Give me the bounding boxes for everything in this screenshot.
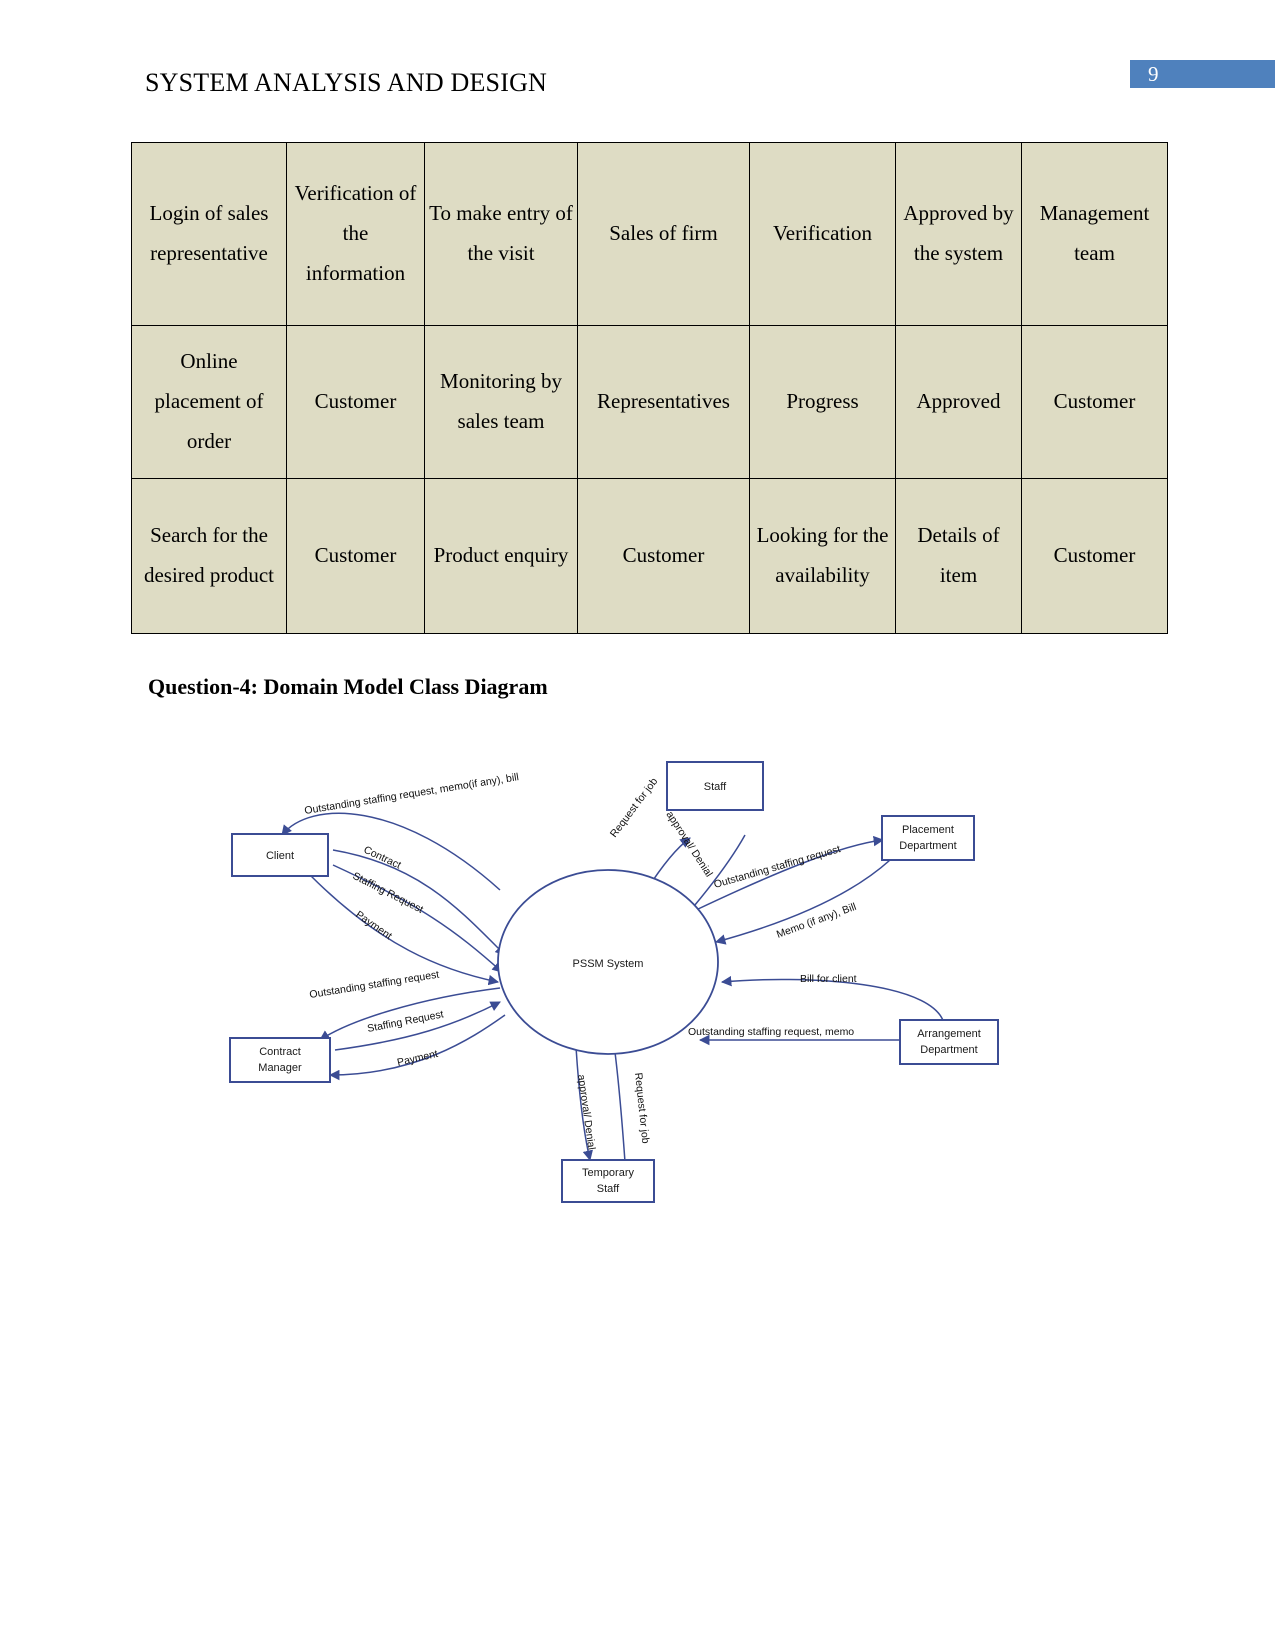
process-table: Login of sales representative Verificati… <box>131 142 1168 634</box>
table-body: Login of sales representative Verificati… <box>131 142 1168 634</box>
flow-label-placement-outstanding: Outstanding staffing request <box>713 843 842 891</box>
flow-label-contract-manager-staffing-request: Staffing Request <box>366 1008 444 1035</box>
flow-line-placement-outstanding <box>695 835 885 911</box>
node-arrangement-department <box>899 1019 999 1065</box>
domain-model-class-diagram: PSSM System Staff Client Contract Manage… <box>200 730 1040 1220</box>
flow-label-arrangement-outstanding: Outstanding staffing request, memo <box>688 1026 854 1038</box>
node-label-arrangement-department-line1: Arrangement <box>917 1028 981 1040</box>
flow-label-temp-staff-approval-denial: approval/ Denial <box>575 1074 597 1151</box>
flow-label-temp-staff-request-for-job: Request for job <box>632 1072 651 1144</box>
table-cell: Online placement of order <box>131 325 287 479</box>
node-label-client: Client <box>266 850 294 862</box>
table-cell: Search for the desired product <box>131 478 287 634</box>
flow-label-arrangement-bill-for-client: Bill for client <box>800 973 857 985</box>
table-cell: Details of item <box>895 478 1022 634</box>
flow-line-client-payment <box>309 874 500 986</box>
node-label-pssm-system: PSSM System <box>573 958 644 970</box>
table-row: Search for the desired product Customer … <box>131 478 1168 634</box>
document-title: SYSTEM ANALYSIS AND DESIGN <box>145 68 548 97</box>
table-cell: Customer <box>286 478 425 634</box>
table-cell: Verification of the information <box>286 142 425 326</box>
node-contract-manager <box>229 1037 331 1083</box>
page-number: 9 <box>1148 62 1159 86</box>
table-cell: Verification <box>749 142 896 326</box>
flow-label-contract-manager-payment: Payment <box>396 1048 439 1069</box>
table-cell: Approved <box>895 325 1022 479</box>
node-label-temporary-staff-line1: Temporary <box>582 1167 634 1179</box>
diagram-canvas: PSSM System Staff Client Contract Manage… <box>229 761 999 1203</box>
node-label-placement-department-line1: Placement <box>902 824 954 836</box>
node-label-contract-manager-line2: Manager <box>258 1062 302 1074</box>
flow-label-client-outstanding: Outstanding staffing request, memo(if an… <box>304 771 520 817</box>
page-number-badge: 9 <box>1130 60 1275 88</box>
node-label-staff: Staff <box>704 781 727 793</box>
node-label-temporary-staff-line2: Staff <box>597 1183 620 1195</box>
table-cell: Login of sales representative <box>131 142 287 326</box>
table-cell: Customer <box>286 325 425 479</box>
table-cell: Approved by the system <box>895 142 1022 326</box>
page-header: SYSTEM ANALYSIS AND DESIGN 9 <box>0 60 1275 110</box>
node-placement-department <box>881 815 975 861</box>
table-cell: Progress <box>749 325 896 479</box>
table-cell: Customer <box>1021 478 1168 634</box>
table-cell: Looking for the availability <box>749 478 896 634</box>
question-heading: Question-4: Domain Model Class Diagram <box>148 674 548 699</box>
table-cell: Representatives <box>577 325 750 479</box>
table-cell: Sales of firm <box>577 142 750 326</box>
flow-line-contract-manager-staffing-request <box>334 1001 501 1051</box>
node-label-contract-manager-line1: Contract <box>259 1046 301 1058</box>
flow-label-contract-manager-outstanding: Outstanding staffing request <box>309 969 440 1001</box>
table-cell: Monitoring by sales team <box>424 325 578 479</box>
table-cell: Customer <box>1021 325 1168 479</box>
node-label-arrangement-department-line2: Department <box>920 1044 977 1056</box>
table-cell: Management team <box>1021 142 1168 326</box>
table-row: Online placement of order Customer Monit… <box>131 325 1168 479</box>
table-cell: To make entry of the visit <box>424 142 578 326</box>
flow-label-staff-request-for-job: Request for job <box>608 776 661 840</box>
node-label-placement-department-line2: Department <box>899 840 956 852</box>
flow-label-staff-approval-denial: approval/ Denial <box>663 809 714 879</box>
table-row: Login of sales representative Verificati… <box>131 142 1168 326</box>
flow-label-client-payment: Payment <box>353 909 394 943</box>
table-cell: Product enquiry <box>424 478 578 634</box>
table-cell: Customer <box>577 478 750 634</box>
